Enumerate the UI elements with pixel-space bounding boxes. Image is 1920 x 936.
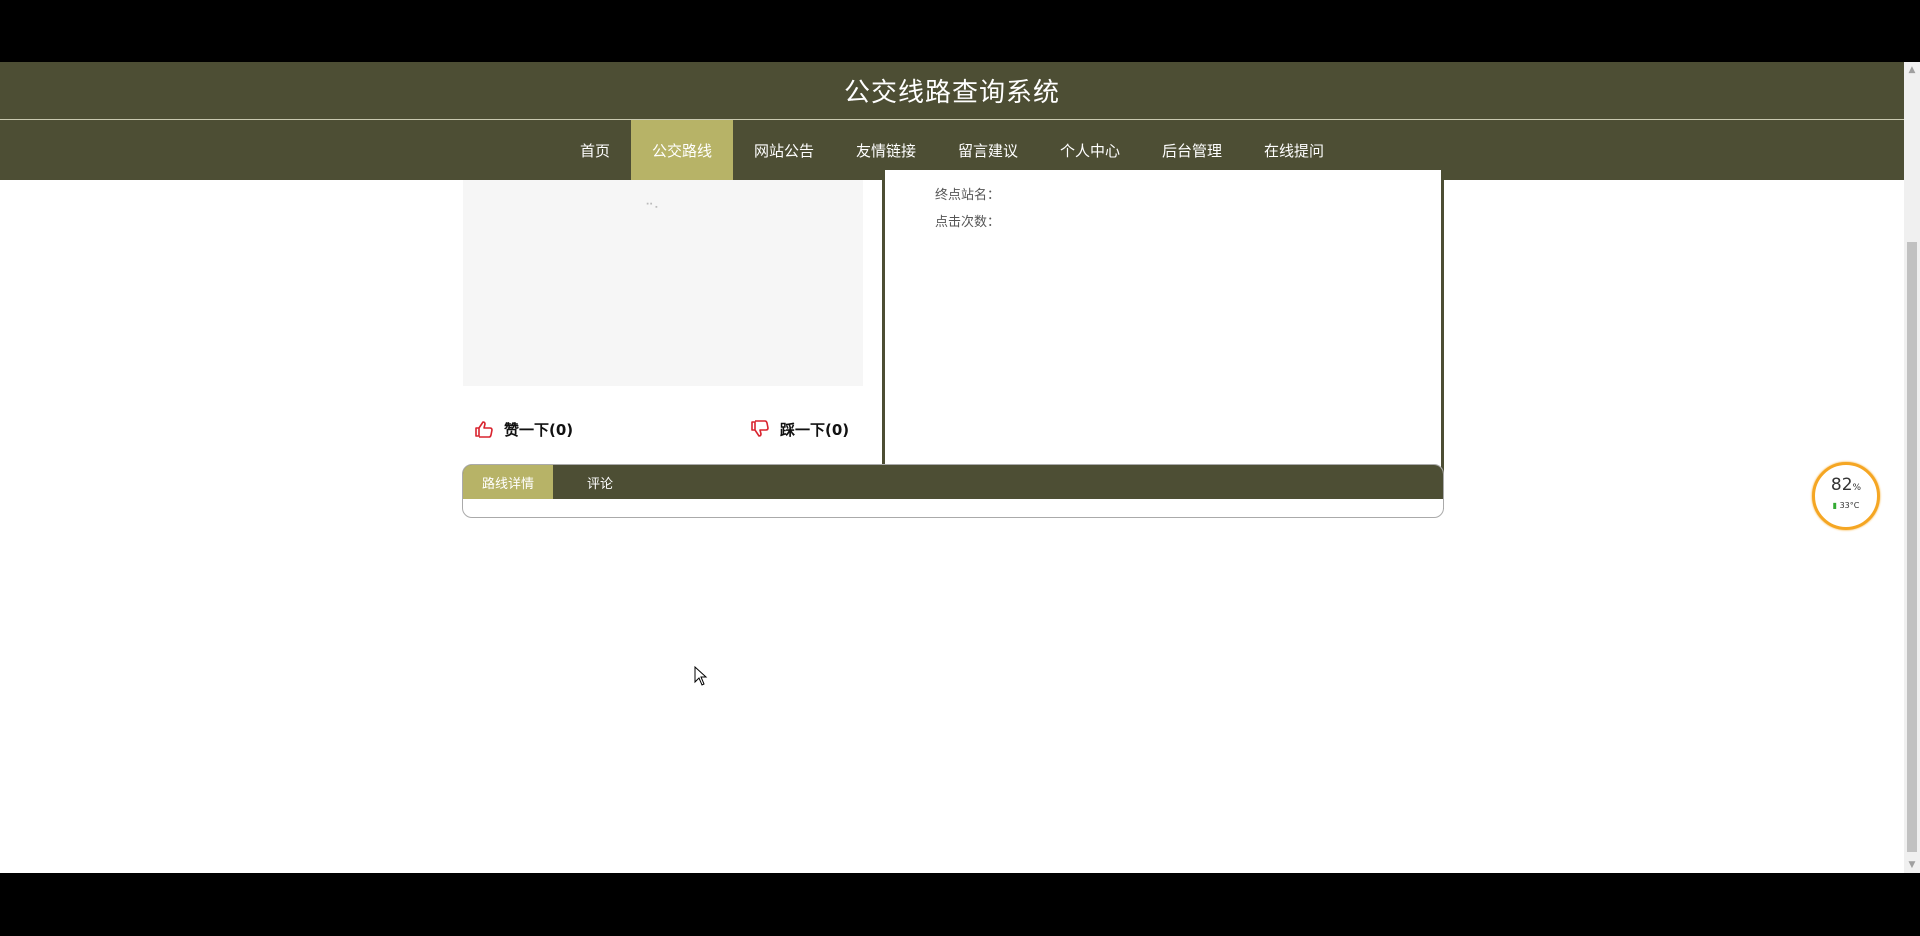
- leaf-icon: ▮: [1832, 501, 1838, 510]
- scroll-thumb[interactable]: [1907, 242, 1917, 852]
- route-image: [463, 180, 863, 386]
- nav-item-bus-routes[interactable]: 公交路线: [630, 120, 733, 180]
- loading-icon: ⠉⠂: [645, 201, 663, 215]
- tab-comments[interactable]: 评论: [553, 465, 647, 499]
- like-label: 赞一下(0): [504, 420, 574, 439]
- thumbs-down-icon: [751, 420, 769, 437]
- site-header: 公交线路查询系统: [0, 62, 1904, 120]
- end-station-label: 终点站名：: [935, 188, 1001, 203]
- scroll-up-arrow-icon[interactable]: ▲: [1904, 62, 1920, 78]
- scroll-down-arrow-icon[interactable]: ▼: [1904, 857, 1920, 873]
- page-scrollbar[interactable]: ▲ ▼: [1904, 62, 1920, 873]
- browser-viewport: 公交线路查询系统 首页 公交路线 网站公告 友情链接 留言建议 个人中心 后台管…: [0, 62, 1920, 873]
- tabs-bar: 路线详情 评论: [463, 465, 1443, 499]
- site-title: 公交线路查询系统: [843, 78, 1060, 108]
- nav-item-home[interactable]: 首页: [559, 120, 631, 180]
- battery-temperature: ▮ 33°C: [1832, 501, 1860, 510]
- tab-route-details[interactable]: 路线详情: [463, 465, 554, 499]
- mouse-cursor-icon: [694, 665, 708, 690]
- thumbs-up-icon: [475, 421, 493, 438]
- click-count-label: 点击次数：: [935, 215, 1001, 230]
- nav-item-announcements[interactable]: 网站公告: [733, 120, 835, 180]
- battery-percent: 82%: [1830, 475, 1862, 495]
- battery-widget[interactable]: 82% ▮ 33°C: [1812, 462, 1880, 530]
- dislike-button[interactable]: 踩一下(0): [750, 417, 849, 441]
- dislike-label: 踩一下(0): [780, 420, 850, 439]
- like-button[interactable]: 赞一下(0): [474, 417, 573, 441]
- detail-tabs: 路线详情 评论: [462, 464, 1444, 518]
- route-info-panel: 终点站名： 点击次数：: [882, 170, 1444, 509]
